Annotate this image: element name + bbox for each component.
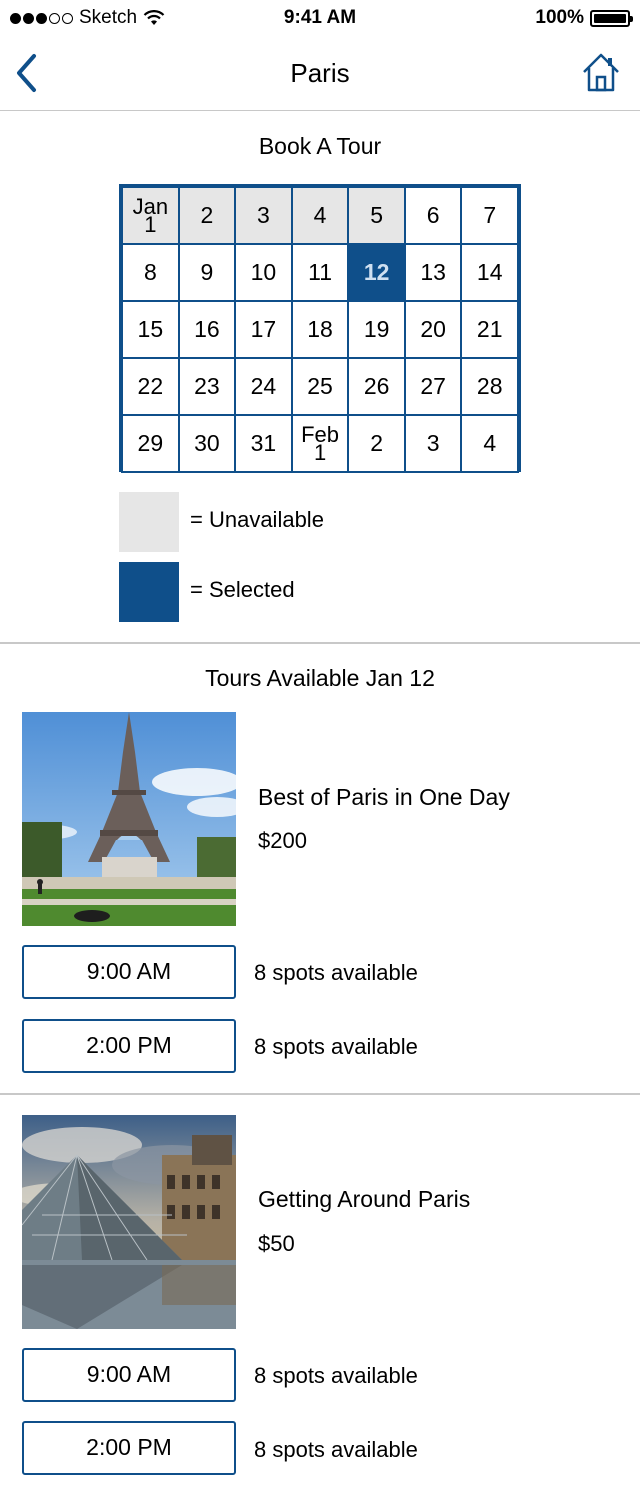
home-button[interactable]	[582, 50, 620, 94]
calendar-day-available[interactable]: 31	[234, 414, 293, 473]
tour-name[interactable]: Getting Around Paris	[258, 1186, 470, 1213]
calendar-day-available[interactable]: 2	[347, 414, 406, 473]
tour-price: $50	[258, 1231, 295, 1256]
calendar-day-available[interactable]: 15	[121, 300, 180, 359]
calendar-week-row: 15 16 17 18 19 20 21	[121, 300, 519, 359]
calendar-day-available[interactable]: 24	[234, 357, 293, 416]
calendar-grid: Jan 1 2 3 4 5 6 7 8 9 10 11 12 13 14 15 16 17 18 19 20 21 22 23…	[119, 184, 521, 473]
tour-name[interactable]: Best of Paris in One Day	[258, 784, 510, 811]
calendar-day-available[interactable]: 19	[347, 300, 406, 359]
calendar-day-available[interactable]: 9	[177, 243, 237, 302]
legend-selected-swatch	[119, 562, 179, 622]
calendar-day-available[interactable]: Feb 1	[290, 414, 350, 473]
navigation-bar: Paris	[0, 36, 640, 111]
calendar-day-unavailable: 5	[347, 186, 406, 245]
calendar-table: Jan 1 2 3 4 5 6 7 8 9 10 11 12 13 14 15 16 17 18 19 20 21 22 23…	[121, 186, 519, 473]
calendar-week-row: 22 23 24 25 26 27 28	[121, 357, 519, 416]
calendar-day-available[interactable]: 8	[121, 243, 180, 302]
status-bar: Sketch 9:41 AM 100%	[0, 0, 640, 36]
calendar-day-available[interactable]: 4	[460, 414, 519, 473]
eiffel-tower-photo[interactable]	[22, 712, 236, 926]
calendar-day-available[interactable]: 30	[177, 414, 237, 473]
calendar-day-available[interactable]: 17	[234, 300, 293, 359]
legend-selected-label: = Selected	[190, 577, 295, 602]
calendar-day-available[interactable]: 10	[234, 243, 293, 302]
calendar-day-selected[interactable]: 12	[347, 243, 406, 302]
calendar-day-number: 1	[144, 211, 157, 237]
calendar-day-available[interactable]: 21	[460, 300, 519, 359]
divider	[0, 642, 640, 644]
tours-section-title: Tours Available Jan 12	[205, 665, 435, 691]
battery-percentage: 100%	[535, 7, 584, 28]
home-icon	[583, 53, 619, 92]
calendar-day-available[interactable]: 6	[403, 186, 463, 245]
calendar-day-available[interactable]: 23	[177, 357, 237, 416]
legend-unavailable-swatch	[119, 492, 179, 552]
tour-price: $200	[258, 828, 307, 853]
spots-available: 8 spots available	[254, 1437, 418, 1462]
calendar-day-available[interactable]: 18	[290, 300, 350, 359]
calendar-day-available[interactable]: 3	[403, 414, 463, 473]
calendar-day-unavailable: 4	[290, 186, 350, 245]
status-right: 100%	[535, 7, 633, 29]
battery-icon	[590, 9, 633, 27]
time-slot-button[interactable]: 2:00 PM	[22, 1019, 236, 1073]
calendar-week-row: 8 9 10 11 12 13 14	[121, 243, 519, 302]
time-slot-button[interactable]: 2:00 PM	[22, 1421, 236, 1475]
page-title: Paris	[290, 58, 350, 88]
calendar-day-unavailable: 3	[234, 186, 293, 245]
calendar-day-available[interactable]: 27	[403, 357, 463, 416]
calendar-day-available[interactable]: 13	[403, 243, 463, 302]
divider	[0, 1093, 640, 1095]
spots-available: 8 spots available	[254, 1034, 418, 1059]
calendar-day-available[interactable]: 26	[347, 357, 406, 416]
spots-available: 8 spots available	[254, 960, 418, 985]
calendar-day-unavailable: Jan 1	[121, 186, 180, 245]
spots-available: 8 spots available	[254, 1363, 418, 1388]
calendar-day-unavailable: 2	[177, 186, 237, 245]
calendar-day-available[interactable]: 28	[460, 357, 519, 416]
calendar-day-available[interactable]: 29	[121, 414, 180, 473]
time-slot-button[interactable]: 9:00 AM	[22, 1348, 236, 1402]
calendar-day-available[interactable]: 20	[403, 300, 463, 359]
calendar-day-available[interactable]: 16	[177, 300, 237, 359]
calendar-day-available[interactable]: 25	[290, 357, 350, 416]
calendar-title: Book A Tour	[258, 133, 382, 159]
calendar-week-row: Jan 1 2 3 4 5 6 7	[121, 186, 519, 245]
calendar-day-available[interactable]: 7	[460, 186, 519, 245]
calendar-day-available[interactable]: 11	[290, 243, 350, 302]
legend-unavailable-label: = Unavailable	[190, 507, 324, 532]
calendar-day-available[interactable]: 14	[460, 243, 519, 302]
calendar-week-row: 29 30 31 Feb 1 2 3 4	[121, 414, 519, 473]
louvre-pyramid-photo[interactable]	[22, 1115, 236, 1329]
time-slot-button[interactable]: 9:00 AM	[22, 945, 236, 999]
calendar-day-available[interactable]: 22	[121, 357, 180, 416]
